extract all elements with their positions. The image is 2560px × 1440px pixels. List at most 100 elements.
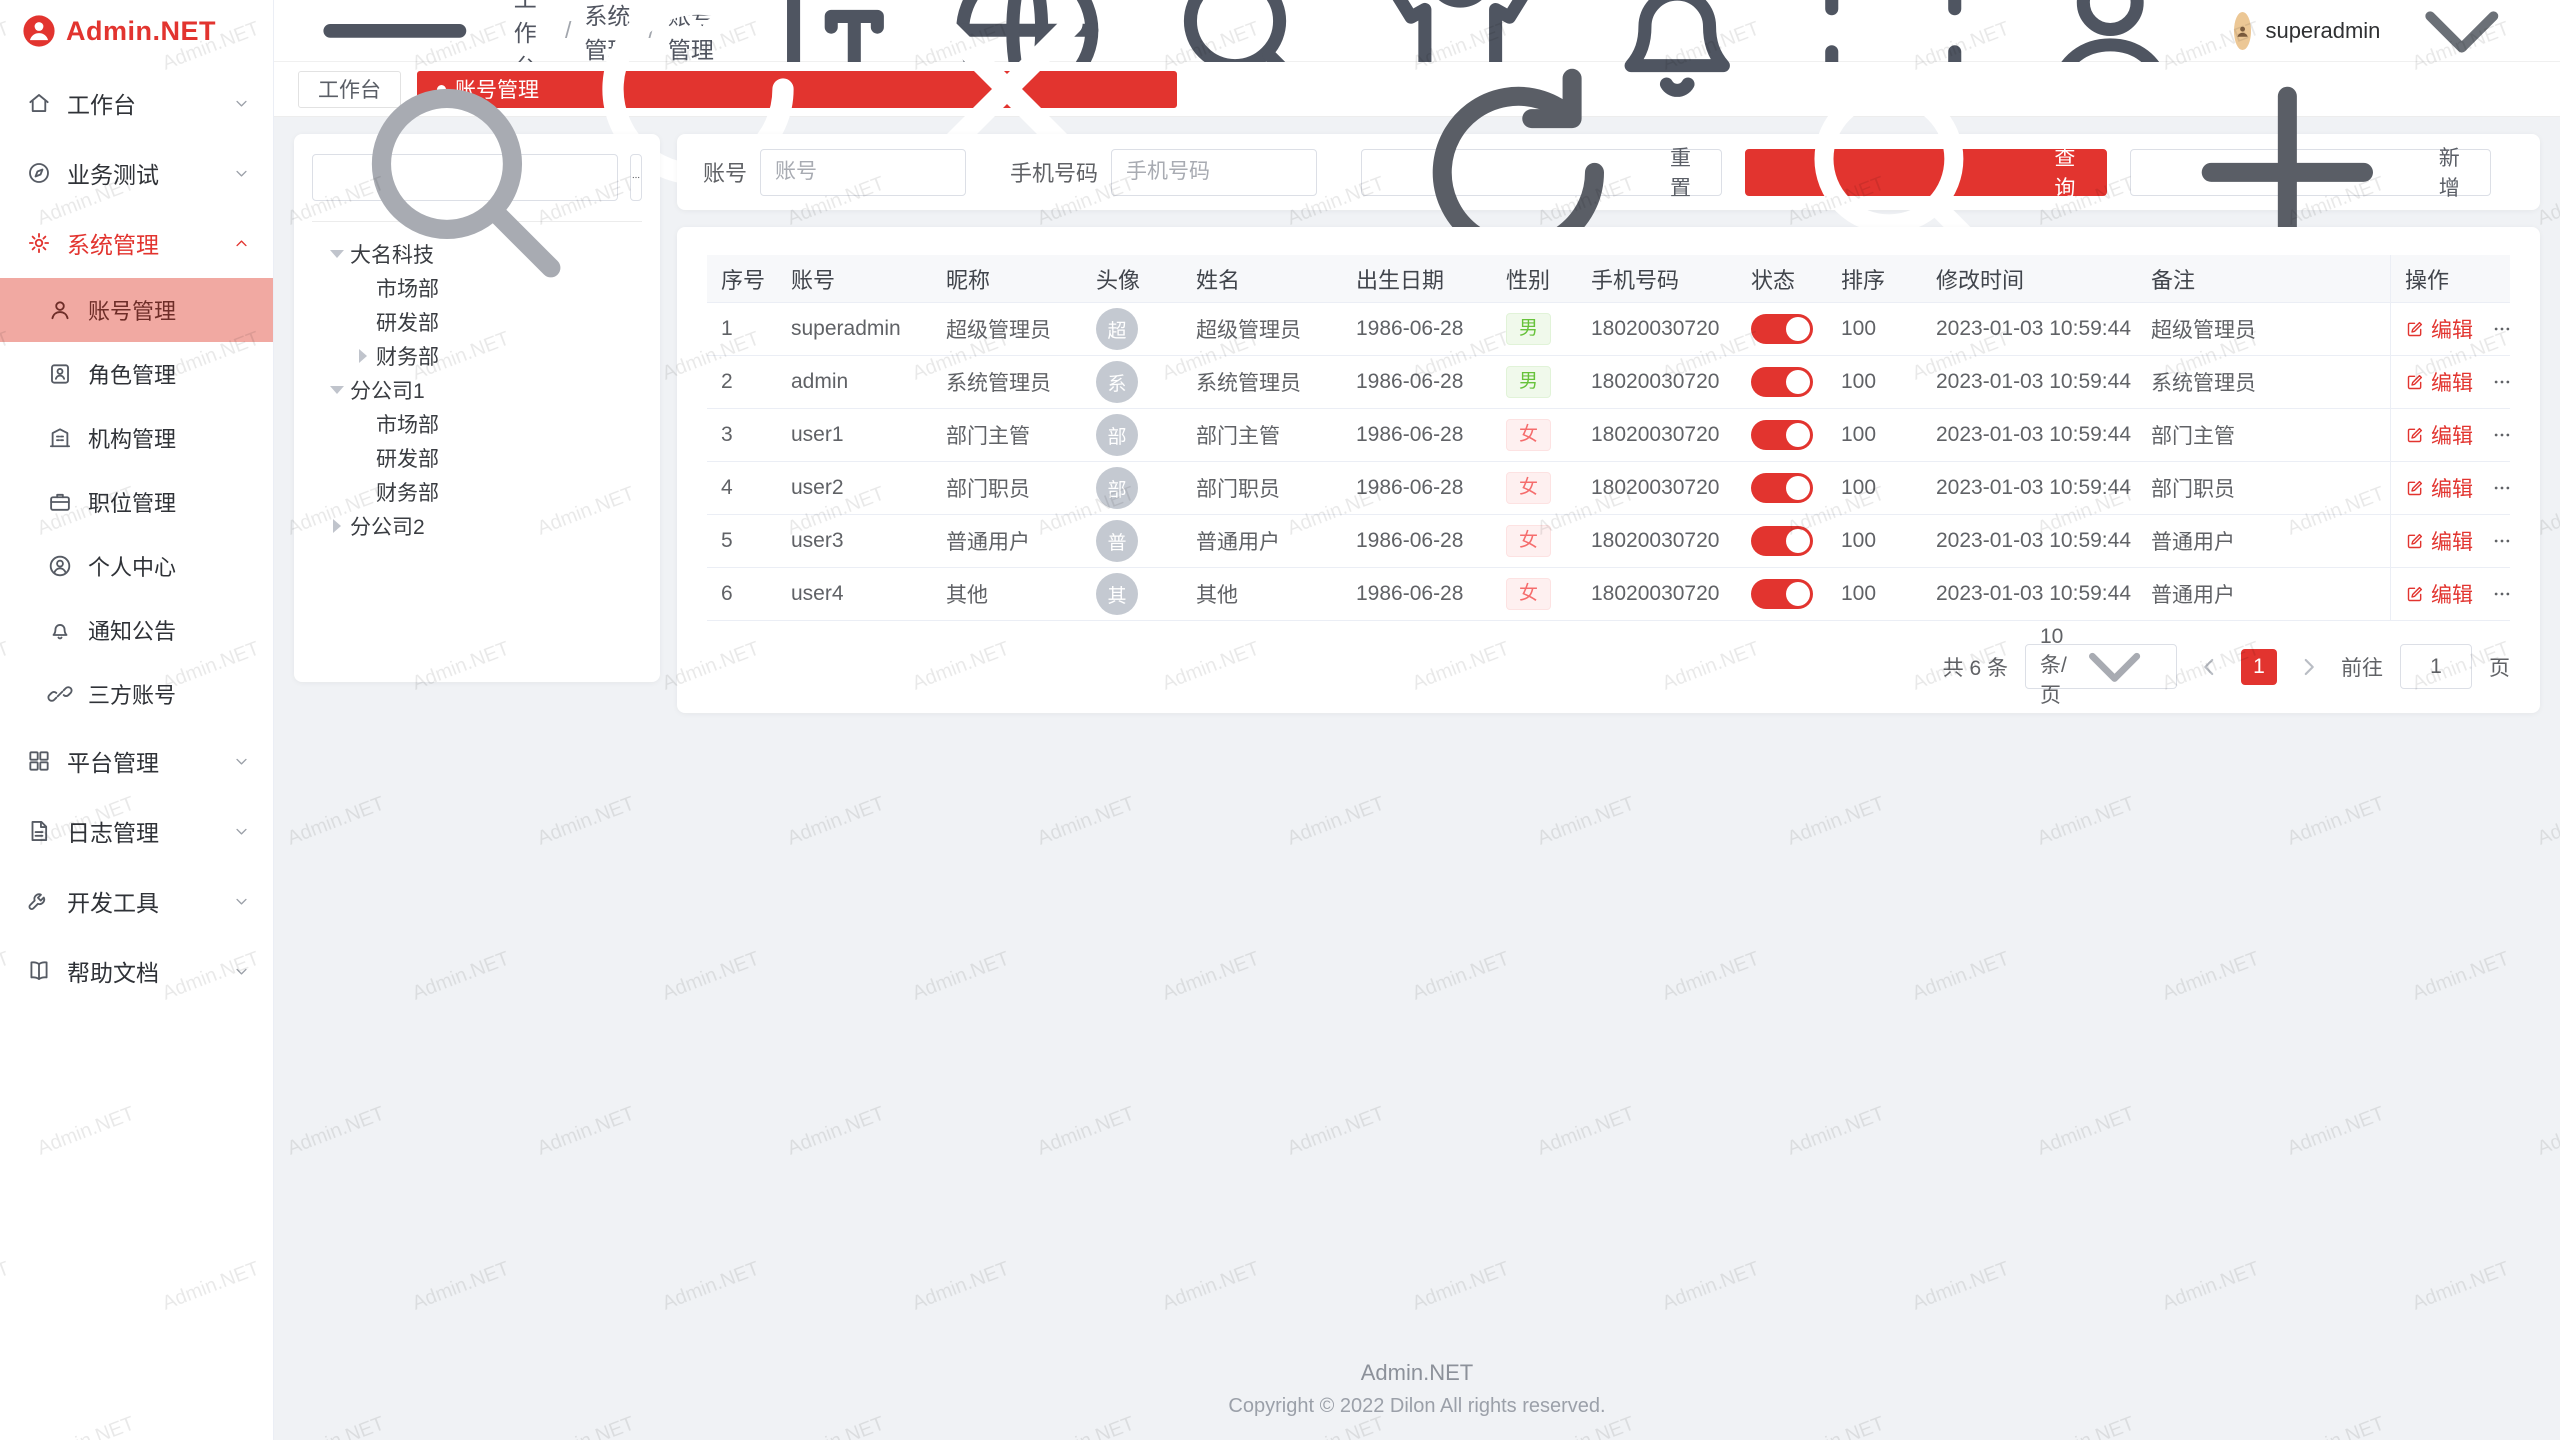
cell-modified: 2023-01-03 10:59:44 bbox=[1922, 515, 2137, 568]
cell-status bbox=[1737, 356, 1827, 409]
cell-modified: 2023-01-03 10:59:44 bbox=[1922, 356, 2137, 409]
column-header: 性别 bbox=[1492, 255, 1577, 303]
tree-node[interactable]: 研发部 bbox=[312, 305, 642, 339]
sidebar-item-workbench[interactable]: 工作台 bbox=[0, 68, 273, 138]
avatar: 普 bbox=[1096, 520, 1138, 562]
sidebar-item-third-party-account[interactable]: 三方账号 bbox=[0, 662, 273, 726]
tree-node[interactable]: 研发部 bbox=[312, 441, 642, 475]
cell-gender: 男 bbox=[1492, 356, 1577, 409]
cell-index: 5 bbox=[707, 515, 777, 568]
pagination: 共 6 条 10条/页 1 前往 页 bbox=[707, 644, 2510, 689]
cell-remark: 部门主管 bbox=[2137, 409, 2390, 462]
building-icon bbox=[47, 425, 73, 451]
avatar: 部 bbox=[1096, 414, 1138, 456]
page-size-select[interactable]: 10条/页 bbox=[2025, 644, 2177, 689]
edit-button[interactable]: 编辑 bbox=[2405, 314, 2473, 344]
row-more-button[interactable] bbox=[2491, 318, 2510, 340]
tree-node[interactable]: 财务部 bbox=[312, 475, 642, 509]
app-logo[interactable]: Admin.NET bbox=[0, 0, 273, 62]
tree-node[interactable]: 分公司1 bbox=[312, 373, 642, 407]
tree-node[interactable]: 财务部 bbox=[312, 339, 642, 373]
cell-phone: 18020030720 bbox=[1577, 409, 1737, 462]
org-search-input-wrap bbox=[312, 154, 618, 201]
cell-modified: 2023-01-03 10:59:44 bbox=[1922, 462, 2137, 515]
cell-sort: 100 bbox=[1827, 568, 1922, 621]
row-more-button[interactable] bbox=[2491, 477, 2510, 499]
edit-button[interactable]: 编辑 bbox=[2405, 367, 2473, 397]
toggle-knob bbox=[1786, 317, 1810, 341]
caret-down-icon[interactable] bbox=[324, 386, 350, 394]
gear-icon bbox=[26, 230, 52, 256]
goto-label: 前往 bbox=[2341, 652, 2383, 682]
phone-input[interactable] bbox=[1111, 149, 1317, 196]
gender-tag: 女 bbox=[1506, 525, 1551, 557]
row-more-button[interactable] bbox=[2491, 371, 2510, 393]
prev-page-button[interactable] bbox=[2194, 652, 2224, 682]
gender-tag: 女 bbox=[1506, 419, 1551, 451]
toggle-knob bbox=[1786, 370, 1810, 394]
next-page-button[interactable] bbox=[2294, 652, 2324, 682]
tree-node[interactable]: 市场部 bbox=[312, 407, 642, 441]
toggle-knob bbox=[1786, 476, 1810, 500]
tree-node[interactable]: 大名科技 bbox=[312, 237, 642, 271]
sidebar-item-personal-center[interactable]: 个人中心 bbox=[0, 534, 273, 598]
cell-sort: 100 bbox=[1827, 462, 1922, 515]
edit-button-label: 编辑 bbox=[2431, 420, 2473, 450]
reset-button[interactable]: 重置 bbox=[1361, 149, 1722, 196]
tree-node[interactable]: 市场部 bbox=[312, 271, 642, 305]
sidebar-item-role-management[interactable]: 角色管理 bbox=[0, 342, 273, 406]
goto-page-input[interactable] bbox=[2400, 644, 2472, 689]
caret-right-icon[interactable] bbox=[324, 519, 350, 533]
account-input[interactable] bbox=[760, 149, 966, 196]
caret-down-icon[interactable] bbox=[324, 250, 350, 258]
more-dots-icon bbox=[2491, 477, 2510, 499]
cell-remark: 系统管理员 bbox=[2137, 356, 2390, 409]
edit-button[interactable]: 编辑 bbox=[2405, 526, 2473, 556]
page-number-1[interactable]: 1 bbox=[2241, 649, 2277, 685]
sidebar-item-help-docs[interactable]: 帮助文档 bbox=[0, 936, 273, 1006]
status-toggle[interactable] bbox=[1751, 367, 1813, 397]
cell-index: 4 bbox=[707, 462, 777, 515]
search-button[interactable]: 查询 bbox=[1745, 149, 2106, 196]
sidebar-item-system-management[interactable]: 系统管理 bbox=[0, 208, 273, 278]
edit-button[interactable]: 编辑 bbox=[2405, 420, 2473, 450]
sidebar-item-account-management[interactable]: 账号管理 bbox=[0, 278, 273, 342]
gender-tag: 男 bbox=[1506, 313, 1551, 345]
status-toggle[interactable] bbox=[1751, 473, 1813, 503]
sidebar-item-business-test[interactable]: 业务测试 bbox=[0, 138, 273, 208]
sidebar-item-dev-tools[interactable]: 开发工具 bbox=[0, 866, 273, 936]
sidebar-item-log-management[interactable]: 日志管理 bbox=[0, 796, 273, 866]
sidebar-item-position-management[interactable]: 职位管理 bbox=[0, 470, 273, 534]
row-more-button[interactable] bbox=[2491, 530, 2510, 552]
sidebar-item-org-management[interactable]: 机构管理 bbox=[0, 406, 273, 470]
more-dots-icon bbox=[2491, 318, 2510, 340]
edit-button[interactable]: 编辑 bbox=[2405, 579, 2473, 609]
cell-avatar: 部 bbox=[1082, 409, 1182, 462]
sidebar-item-platform-management[interactable]: 平台管理 bbox=[0, 726, 273, 796]
column-header: 序号 bbox=[707, 255, 777, 303]
sidebar-item-label: 工作台 bbox=[67, 86, 136, 120]
edit-button[interactable]: 编辑 bbox=[2405, 473, 2473, 503]
status-toggle[interactable] bbox=[1751, 526, 1813, 556]
status-toggle[interactable] bbox=[1751, 579, 1813, 609]
add-button-label: 新增 bbox=[2430, 142, 2468, 202]
search-button-label: 查询 bbox=[2046, 142, 2084, 202]
notification-bell-icon[interactable] bbox=[1585, 0, 1769, 123]
org-tree: 大名科技市场部研发部财务部分公司1市场部研发部财务部分公司2 bbox=[312, 222, 642, 543]
cell-actions: 编辑 bbox=[2390, 568, 2510, 621]
grid-icon bbox=[26, 748, 52, 774]
sidebar-item-label: 日志管理 bbox=[67, 814, 159, 848]
caret-right-icon[interactable] bbox=[350, 349, 376, 363]
tree-node[interactable]: 分公司2 bbox=[312, 509, 642, 543]
add-button[interactable]: 新增 bbox=[2130, 149, 2491, 196]
status-toggle[interactable] bbox=[1751, 420, 1813, 450]
row-more-button[interactable] bbox=[2491, 583, 2510, 605]
avatar: 部 bbox=[1096, 467, 1138, 509]
table-row: 1superadmin超级管理员超超级管理员1986-06-28男1802003… bbox=[707, 303, 2510, 356]
sidebar-item-notice-announcement[interactable]: 通知公告 bbox=[0, 598, 273, 662]
status-toggle[interactable] bbox=[1751, 314, 1813, 344]
column-header: 出生日期 bbox=[1342, 255, 1492, 303]
row-more-button[interactable] bbox=[2491, 424, 2510, 446]
org-more-button[interactable] bbox=[630, 154, 642, 201]
bell-icon bbox=[47, 617, 73, 643]
